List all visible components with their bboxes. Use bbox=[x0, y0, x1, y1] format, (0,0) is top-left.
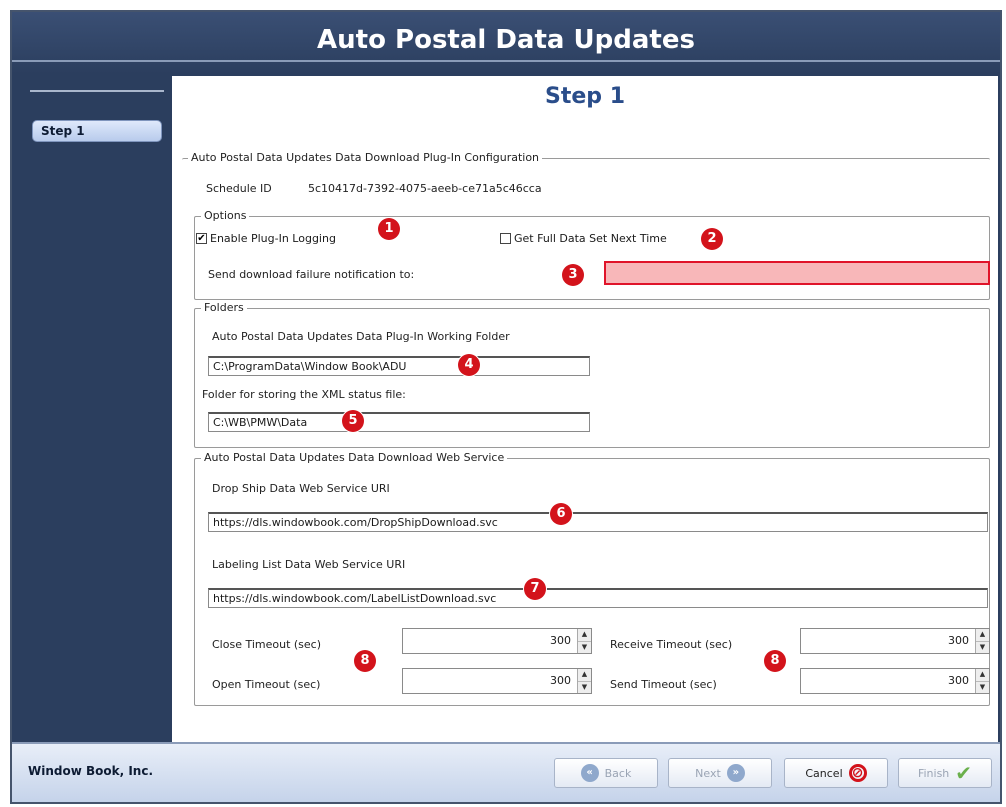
full-data-set-label: Get Full Data Set Next Time bbox=[514, 232, 667, 245]
finish-button-label: Finish bbox=[917, 766, 950, 780]
close-timeout-value[interactable]: 300 bbox=[403, 629, 577, 653]
callout-marker-3: 3 bbox=[562, 264, 584, 286]
labeling-list-uri-label: Labeling List Data Web Service URI bbox=[212, 558, 406, 571]
callout-marker-4: 4 bbox=[458, 354, 480, 376]
send-timeout-value[interactable]: 300 bbox=[801, 669, 975, 693]
xml-folder-label: Folder for storing the XML status file: bbox=[202, 388, 406, 401]
spin-down-icon[interactable]: ▼ bbox=[578, 682, 591, 694]
options-legend: Options bbox=[201, 209, 250, 222]
finish-button[interactable]: Finish ✔ bbox=[898, 758, 992, 788]
callout-marker-2: 2 bbox=[701, 228, 723, 250]
sidebar-divider bbox=[30, 90, 164, 92]
wizard-footer: Window Book, Inc. « Back Next » Cancel ⊘… bbox=[12, 742, 1000, 802]
folders-legend: Folders bbox=[201, 301, 247, 314]
close-timeout-stepper[interactable]: 300 ▲ ▼ bbox=[402, 628, 592, 654]
close-timeout-spin[interactable]: ▲ ▼ bbox=[577, 629, 591, 653]
window-frame: Auto Postal Data Updates Step 1 Step 1 A… bbox=[10, 10, 1002, 804]
notification-email-field[interactable] bbox=[604, 261, 990, 285]
schedule-id-value: 5c10417d-7392-4075-aeeb-ce71a5c46cca bbox=[308, 182, 542, 195]
callout-marker-6: 6 bbox=[550, 503, 572, 525]
spin-down-icon[interactable]: ▼ bbox=[976, 682, 989, 694]
open-timeout-stepper[interactable]: 300 ▲ ▼ bbox=[402, 668, 592, 694]
window-title: Auto Postal Data Updates bbox=[12, 12, 1000, 74]
back-arrow-icon: « bbox=[580, 764, 599, 782]
spin-up-icon[interactable]: ▲ bbox=[578, 669, 591, 682]
cancel-button-label: Cancel bbox=[805, 766, 843, 780]
step-sidebar: Step 1 bbox=[12, 76, 172, 742]
spin-up-icon[interactable]: ▲ bbox=[578, 629, 591, 642]
back-button[interactable]: « Back bbox=[554, 758, 658, 788]
sidebar-item-step-1[interactable]: Step 1 bbox=[32, 120, 162, 142]
xml-folder-field[interactable]: C:\WB\PMW\Data bbox=[208, 412, 590, 432]
send-timeout-spin[interactable]: ▲ ▼ bbox=[975, 669, 989, 693]
close-timeout-label: Close Timeout (sec) bbox=[212, 638, 322, 651]
working-folder-field[interactable]: C:\ProgramData\Window Book\ADU bbox=[208, 356, 590, 376]
send-timeout-label: Send Timeout (sec) bbox=[610, 678, 717, 691]
main-panel: Step 1 Auto Postal Data Updates Data Dow… bbox=[172, 76, 998, 742]
send-timeout-stepper[interactable]: 300 ▲ ▼ bbox=[800, 668, 990, 694]
cancel-button[interactable]: Cancel ⊘ bbox=[784, 758, 888, 788]
receive-timeout-label: Receive Timeout (sec) bbox=[610, 638, 733, 651]
cancel-icon: ⊘ bbox=[848, 764, 867, 782]
callout-marker-8-left: 8 bbox=[354, 650, 376, 672]
spin-down-icon[interactable]: ▼ bbox=[976, 642, 989, 654]
open-timeout-spin[interactable]: ▲ ▼ bbox=[577, 669, 591, 693]
enable-logging-checkbox[interactable]: ✔ Enable Plug-In Logging bbox=[196, 232, 336, 245]
open-timeout-label: Open Timeout (sec) bbox=[212, 678, 321, 691]
spin-down-icon[interactable]: ▼ bbox=[578, 642, 591, 654]
receive-timeout-stepper[interactable]: 300 ▲ ▼ bbox=[800, 628, 990, 654]
drop-ship-uri-field[interactable]: https://dls.windowbook.com/DropShipDownl… bbox=[208, 512, 988, 532]
full-data-set-checkbox[interactable]: Get Full Data Set Next Time bbox=[500, 232, 667, 245]
options-group: Options bbox=[194, 209, 990, 300]
labeling-list-uri-field[interactable]: https://dls.windowbook.com/LabelListDown… bbox=[208, 588, 988, 608]
working-folder-label: Auto Postal Data Updates Data Plug-In Wo… bbox=[212, 330, 510, 343]
next-button[interactable]: Next » bbox=[668, 758, 772, 788]
callout-marker-5: 5 bbox=[342, 410, 364, 432]
receive-timeout-spin[interactable]: ▲ ▼ bbox=[975, 629, 989, 653]
schedule-id-label: Schedule ID bbox=[206, 182, 272, 195]
enable-logging-box[interactable]: ✔ bbox=[196, 233, 207, 244]
back-button-label: Back bbox=[604, 766, 632, 780]
enable-logging-label: Enable Plug-In Logging bbox=[210, 232, 336, 245]
checkmark-icon: ✔ bbox=[955, 761, 973, 785]
page-title: Step 1 bbox=[545, 84, 625, 109]
notification-label: Send download failure notification to: bbox=[208, 268, 415, 281]
company-name: Window Book, Inc. bbox=[28, 764, 154, 778]
web-service-legend: Auto Postal Data Updates Data Download W… bbox=[201, 451, 508, 464]
plugin-config-legend: Auto Postal Data Updates Data Download P… bbox=[188, 151, 543, 164]
spin-up-icon[interactable]: ▲ bbox=[976, 629, 989, 642]
drop-ship-uri-label: Drop Ship Data Web Service URI bbox=[212, 482, 390, 495]
callout-marker-7: 7 bbox=[524, 578, 546, 600]
open-timeout-value[interactable]: 300 bbox=[403, 669, 577, 693]
full-data-set-box[interactable] bbox=[500, 233, 511, 244]
receive-timeout-value[interactable]: 300 bbox=[801, 629, 975, 653]
spin-up-icon[interactable]: ▲ bbox=[976, 669, 989, 682]
next-button-label: Next bbox=[695, 766, 721, 780]
next-arrow-icon: » bbox=[726, 764, 745, 782]
callout-marker-8-right: 8 bbox=[764, 650, 786, 672]
callout-marker-1: 1 bbox=[378, 218, 400, 240]
